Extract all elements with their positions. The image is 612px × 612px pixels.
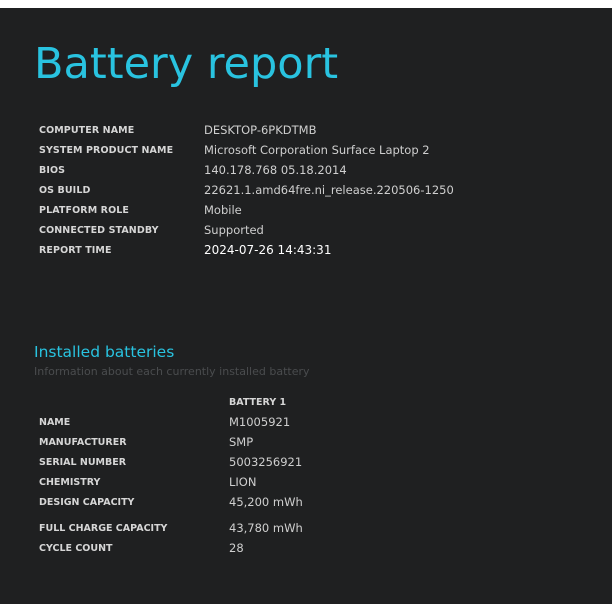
battery-label: CYCLE COUNT	[39, 542, 113, 554]
info-label: BIOS	[39, 164, 66, 176]
info-value: 2024-07-26 14:43:31	[204, 243, 332, 257]
battery-report-page: Battery report COMPUTER NAME DESKTOP-6PK…	[0, 8, 612, 604]
info-row-platform-role: PLATFORM ROLE Mobile	[39, 200, 454, 220]
section-title: Installed batteries	[34, 343, 175, 361]
battery-row-serial-number: SERIAL NUMBER 5003256921	[39, 452, 303, 472]
battery-value: 45,200 mWh	[229, 495, 303, 509]
battery-label: DESIGN CAPACITY	[39, 496, 135, 508]
info-value: DESKTOP-6PKDTMB	[204, 123, 317, 137]
info-row-computer-name: COMPUTER NAME DESKTOP-6PKDTMB	[39, 120, 454, 140]
battery-label: CHEMISTRY	[39, 476, 101, 488]
battery-label: NAME	[39, 416, 71, 428]
battery-row-chemistry: CHEMISTRY LION	[39, 472, 303, 492]
info-value: Supported	[204, 223, 264, 237]
info-row-system-product-name: SYSTEM PRODUCT NAME Microsoft Corporatio…	[39, 140, 454, 160]
battery-label: FULL CHARGE CAPACITY	[39, 522, 168, 534]
battery-label: MANUFACTURER	[39, 436, 127, 448]
battery-value: 43,780 mWh	[229, 521, 303, 535]
info-label: SYSTEM PRODUCT NAME	[39, 144, 174, 156]
battery-label: SERIAL NUMBER	[39, 456, 127, 468]
battery-value: LION	[229, 475, 257, 489]
info-row-bios: BIOS 140.178.768 05.18.2014	[39, 160, 454, 180]
battery-row-design-capacity: DESIGN CAPACITY 45,200 mWh	[39, 492, 303, 512]
battery-row-cycle-count: CYCLE COUNT 28	[39, 538, 303, 558]
info-label: COMPUTER NAME	[39, 124, 135, 136]
battery-value: M1005921	[229, 415, 291, 429]
battery-row-full-charge-capacity: FULL CHARGE CAPACITY 43,780 mWh	[39, 518, 303, 538]
info-value: Mobile	[204, 203, 242, 217]
battery-value: 5003256921	[229, 455, 303, 469]
info-label: OS BUILD	[39, 184, 91, 196]
battery-row-manufacturer: MANUFACTURER SMP	[39, 432, 303, 452]
page-title: Battery report	[34, 39, 339, 89]
info-row-os-build: OS BUILD 22621.1.amd64fre.ni_release.220…	[39, 180, 454, 200]
info-label: CONNECTED STANDBY	[39, 224, 159, 236]
column-header: BATTERY 1	[229, 396, 287, 408]
info-row-connected-standby: CONNECTED STANDBY Supported	[39, 220, 454, 240]
battery-value: 28	[229, 541, 244, 555]
info-value: Microsoft Corporation Surface Laptop 2	[204, 143, 430, 157]
table-header-row: BATTERY 1	[39, 392, 303, 412]
installed-batteries-table: BATTERY 1 NAME M1005921 MANUFACTURER SMP…	[39, 392, 303, 558]
info-value: 140.178.768 05.18.2014	[204, 163, 347, 177]
info-row-report-time: REPORT TIME 2024-07-26 14:43:31	[39, 240, 454, 260]
battery-value: SMP	[229, 435, 254, 449]
system-info-table: COMPUTER NAME DESKTOP-6PKDTMB SYSTEM PRO…	[39, 120, 454, 260]
info-label: REPORT TIME	[39, 244, 112, 256]
info-label: PLATFORM ROLE	[39, 204, 129, 216]
battery-row-name: NAME M1005921	[39, 412, 303, 432]
info-value: 22621.1.amd64fre.ni_release.220506-1250	[204, 183, 454, 197]
section-subtitle: Information about each currently install…	[34, 365, 310, 378]
